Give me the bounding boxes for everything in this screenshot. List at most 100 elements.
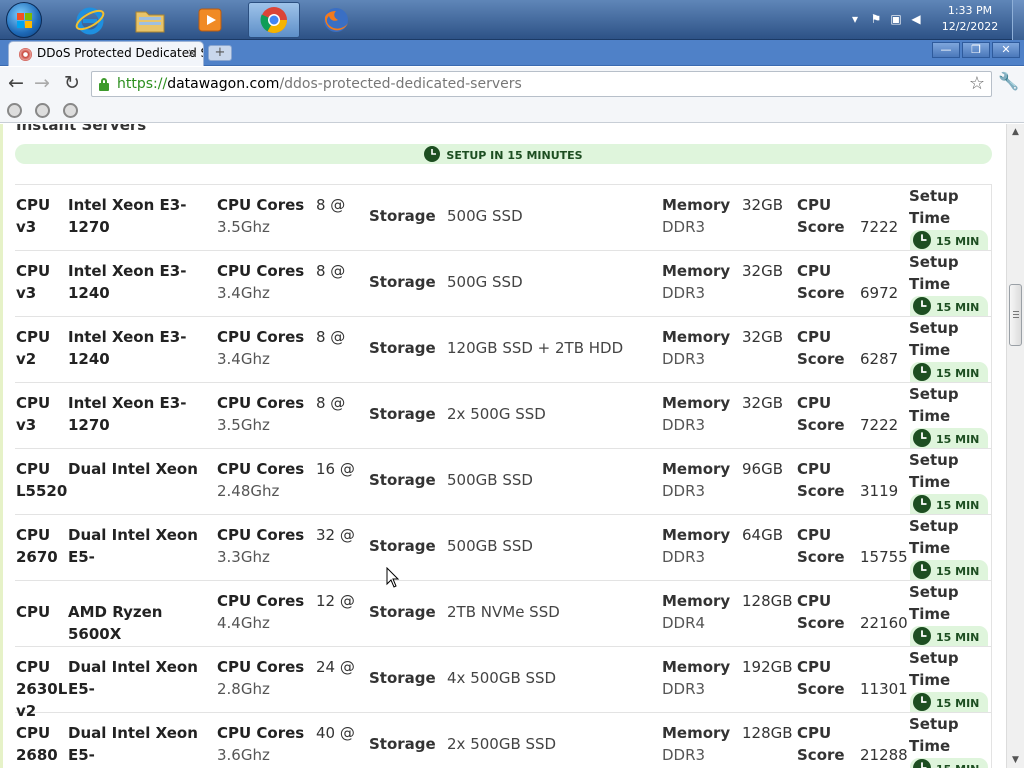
wrench-menu-icon[interactable]: 🔧: [998, 71, 1020, 93]
taskbar: ▾ ⚑ ▣ ◀ 1:33 PM 12/2/2022: [0, 0, 1024, 40]
server-row[interactable]: CPU AMD Ryzen 5600X CPU Cores 4.4Ghz 12 @…: [15, 581, 991, 647]
setup-time-label: Setup Time: [909, 583, 959, 623]
memory-label: Memory DDR3: [662, 328, 731, 368]
clock-icon: [913, 429, 931, 447]
setup-time-badge: 15 MIN: [910, 230, 988, 250]
cpu-score-label: CPU Score: [797, 526, 845, 566]
show-hidden-icons-icon[interactable]: ▾: [848, 12, 862, 26]
cpu-model: Intel Xeon E3-1270: [68, 196, 187, 236]
memory-label: Memory DDR3: [662, 196, 731, 236]
bookmark-star-icon[interactable]: ☆: [969, 73, 985, 94]
clock-time: 1:33 PM: [947, 4, 993, 17]
server-row[interactable]: CPU 2630L v2 Dual Intel Xeon E5- CPU Core…: [15, 647, 991, 720]
storage-label: Storage: [369, 537, 436, 555]
setup-banner: SETUP IN 15 MINUTES: [15, 144, 992, 164]
browser-toolbar: ← → ↻ https://datawagon.com/ddos-protect…: [0, 67, 1024, 99]
server-row[interactable]: CPU v3 Intel Xeon E3-1270 CPU Cores 3.5Ghz…: [15, 383, 991, 449]
clock[interactable]: 1:33 PM 12/2/2022: [940, 3, 1000, 35]
forward-arrow-icon[interactable]: →: [30, 71, 54, 95]
scroll-down-arrow-icon[interactable]: ▼: [1007, 752, 1024, 768]
memory-label: Memory DDR3: [662, 724, 731, 764]
cpu-score-value: 7222: [860, 416, 899, 434]
server-row[interactable]: CPU v2 Intel Xeon E3-1240 CPU Cores 3.4Ghz…: [15, 317, 991, 383]
taskbar-media-button[interactable]: [184, 2, 236, 38]
cpu-cores-label: CPU Cores 3.3Ghz: [217, 526, 305, 566]
bookmark-globe-icon[interactable]: [7, 103, 22, 118]
server-row[interactable]: CPU L5520 Dual Intel Xeon CPU Cores 2.48Gh…: [15, 449, 991, 515]
close-window-button[interactable]: ✕: [992, 42, 1020, 58]
cpu-score-label: CPU Score: [797, 196, 845, 236]
volume-icon[interactable]: ◀: [909, 12, 923, 26]
storage-label: Storage: [369, 339, 436, 357]
cpu-score-value: 15755: [860, 548, 908, 566]
chrome-icon: [260, 7, 288, 34]
cpu-model: Dual Intel Xeon E5-: [68, 658, 198, 698]
setup-time-badge: 15 MIN: [910, 758, 988, 768]
setup-time-label: Setup Time: [909, 187, 959, 227]
scroll-thumb[interactable]: [1009, 284, 1022, 346]
reload-icon[interactable]: ↻: [60, 71, 84, 95]
cpu-score-value: 21288: [860, 746, 908, 764]
tab-ddos-servers[interactable]: DDoS Protected Dedicated S ×: [8, 41, 204, 66]
clock-icon: [913, 231, 931, 249]
cpu-cores-label: CPU Cores 3.4Ghz: [217, 328, 305, 368]
memory-value: 32GB: [742, 196, 784, 214]
memory-value: 96GB: [742, 460, 784, 478]
server-row[interactable]: CPU v3 Intel Xeon E3-1240 CPU Cores 3.4Ghz…: [15, 251, 991, 317]
setup-time-label: Setup Time: [909, 385, 959, 425]
windows-logo-icon: [17, 13, 33, 29]
clock-icon: [913, 363, 931, 381]
new-tab-button[interactable]: +: [208, 45, 232, 61]
taskbar-explorer-button[interactable]: [124, 2, 176, 38]
cpu-cores-label: CPU Cores 2.8Ghz: [217, 658, 305, 698]
memory-label: Memory DDR3: [662, 658, 731, 698]
cpu-cores-value: 32 @: [316, 526, 355, 544]
start-button[interactable]: [6, 2, 42, 38]
clock-icon: [913, 759, 931, 768]
cpu-label: CPU v3: [16, 262, 51, 302]
system-tray: ▾ ⚑ ▣ ◀ 1:33 PM 12/2/2022: [834, 0, 1024, 40]
cpu-cores-label: CPU Cores 3.4Ghz: [217, 262, 305, 302]
bookmark-globe-icon[interactable]: [35, 103, 50, 118]
tab-close-icon[interactable]: ×: [187, 46, 197, 60]
server-row[interactable]: CPU v3 Intel Xeon E3-1270 CPU Cores 3.5Ghz…: [15, 185, 991, 251]
cpu-label: CPU L5520: [16, 460, 68, 500]
cpu-label: CPU v2: [16, 328, 51, 368]
storage-label: Storage: [369, 603, 436, 621]
clock-icon: [424, 146, 441, 162]
taskbar-firefox-button[interactable]: [310, 2, 362, 38]
server-row[interactable]: CPU 2670 Dual Intel Xeon E5- CPU Cores 3.3…: [15, 515, 991, 581]
scroll-up-arrow-icon[interactable]: ▲: [1007, 124, 1024, 140]
restore-button[interactable]: ❐: [962, 42, 990, 58]
taskbar-chrome-button[interactable]: [248, 2, 300, 38]
network-icon[interactable]: ▣: [889, 12, 903, 26]
back-arrow-icon[interactable]: ←: [4, 71, 28, 95]
address-bar[interactable]: https://datawagon.com/ddos-protected-ded…: [91, 71, 992, 97]
storage-value: 500GB SSD: [447, 537, 533, 555]
vertical-scrollbar[interactable]: ▲ ▼: [1006, 124, 1024, 768]
server-row[interactable]: CPU2680 v2 Dual Intel Xeon E5- CPU Cores…: [15, 713, 991, 768]
cpu-label: CPU v3: [16, 394, 51, 434]
cpu-cores-label: CPU Cores 2.48Ghz: [217, 460, 305, 500]
memory-value: 32GB: [742, 394, 784, 412]
cpu-cores-label: CPU Cores 3.5Ghz: [217, 394, 305, 434]
setup-banner-text: SETUP IN 15 MINUTES: [446, 149, 583, 162]
setup-time-label: Setup Time: [909, 715, 959, 755]
setup-time-label: Setup Time: [909, 451, 959, 491]
cpu-score-value: 3119: [860, 482, 899, 500]
memory-value: 128GB: [742, 724, 793, 742]
action-center-icon[interactable]: ⚑: [869, 12, 883, 26]
cpu-label: CPU v3: [16, 196, 51, 236]
memory-label: Memory DDR3: [662, 460, 731, 500]
show-desktop-button[interactable]: [1012, 0, 1024, 40]
cpu-model: Intel Xeon E3-1240: [68, 328, 187, 368]
storage-label: Storage: [369, 207, 436, 225]
bookmarks-bar: [0, 99, 1024, 123]
memory-label: Memory DDR3: [662, 394, 731, 434]
mouse-cursor-icon: [386, 567, 400, 588]
bookmark-globe-icon[interactable]: [63, 103, 78, 118]
cpu-cores-value: 8 @: [316, 328, 346, 346]
clock-icon: [913, 297, 931, 315]
minimize-button[interactable]: —: [932, 42, 960, 58]
taskbar-ie-button[interactable]: [64, 2, 116, 38]
